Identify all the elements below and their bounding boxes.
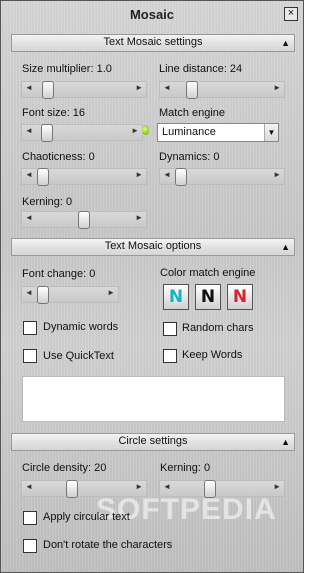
keep-words-label: Keep Words: [182, 349, 243, 361]
dont-rotate-checkbox[interactable]: [23, 539, 37, 553]
slider-thumb[interactable]: [78, 211, 90, 229]
slider-thumb[interactable]: [175, 168, 187, 186]
font-change-slider[interactable]: ◄ ►: [21, 286, 119, 304]
color-match-cyan-button[interactable]: N: [163, 284, 189, 310]
dynamics-slider[interactable]: ◄ ►: [159, 168, 285, 186]
slider-right-arrow-icon[interactable]: ►: [273, 482, 281, 491]
section-header-text-mosaic-options[interactable]: Text Mosaic options ▲: [11, 238, 295, 256]
slider-left-arrow-icon[interactable]: ◄: [25, 482, 33, 491]
slider-thumb[interactable]: [66, 480, 78, 498]
section-header-circle-settings[interactable]: Circle settings ▲: [11, 433, 295, 451]
quicktext-input[interactable]: [22, 376, 285, 422]
size-multiplier-slider[interactable]: ◄ ►: [21, 81, 147, 99]
slider-left-arrow-icon[interactable]: ◄: [163, 482, 171, 491]
section-title: Text Mosaic options: [104, 240, 202, 252]
slider-right-arrow-icon[interactable]: ►: [107, 288, 115, 297]
font-size-label: Font size: 16: [22, 107, 85, 119]
dynamic-words-label: Dynamic words: [43, 321, 119, 333]
line-distance-slider[interactable]: ◄ ►: [159, 81, 285, 99]
slider-left-arrow-icon[interactable]: ◄: [163, 83, 171, 92]
slider-right-arrow-icon[interactable]: ►: [135, 170, 143, 179]
circle-kerning-label: Kerning: 0: [160, 462, 211, 474]
apply-circular-text-label: Apply circular text: [43, 511, 130, 523]
font-change-label: Font change: 0: [22, 268, 96, 280]
match-engine-label: Match engine: [159, 107, 226, 119]
use-quicktext-checkbox[interactable]: [23, 349, 37, 363]
slider-left-arrow-icon[interactable]: ◄: [25, 288, 33, 297]
dynamic-words-checkbox[interactable]: [23, 321, 37, 335]
section-title: Text Mosaic settings: [103, 36, 203, 48]
slider-left-arrow-icon[interactable]: ◄: [25, 213, 33, 222]
slider-right-arrow-icon[interactable]: ►: [273, 170, 281, 179]
chaoticness-label: Chaoticness: 0: [22, 151, 95, 163]
slider-right-arrow-icon[interactable]: ►: [135, 83, 143, 92]
keep-words-checkbox[interactable]: [163, 349, 177, 363]
section-title: Circle settings: [118, 435, 188, 447]
apply-circular-text-checkbox[interactable]: [23, 511, 37, 525]
random-chars-label: Random chars: [182, 322, 254, 334]
slider-thumb[interactable]: [37, 286, 49, 304]
color-match-engine-label: Color match engine: [160, 267, 256, 279]
random-chars-checkbox[interactable]: [163, 322, 177, 336]
slider-thumb[interactable]: [186, 81, 198, 99]
collapse-arrow-icon[interactable]: ▲: [281, 435, 290, 450]
slider-left-arrow-icon[interactable]: ◄: [163, 170, 171, 179]
line-distance-label: Line distance: 24: [159, 63, 243, 75]
status-indicator-icon: [142, 125, 149, 135]
mosaic-window: Mosaic × Text Mosaic settings ▲ Size mul…: [0, 0, 304, 573]
kerning-label: Kerning: 0: [22, 196, 73, 208]
slider-left-arrow-icon[interactable]: ◄: [25, 170, 33, 179]
kerning-slider[interactable]: ◄ ►: [21, 211, 147, 229]
dont-rotate-label: Don't rotate the characters: [43, 539, 173, 551]
slider-right-arrow-icon[interactable]: ►: [135, 482, 143, 491]
circle-density-label: Circle density: 20: [22, 462, 107, 474]
size-multiplier-label: Size multiplier: 1.0: [22, 63, 112, 75]
font-size-slider[interactable]: ◄ ►: [21, 124, 143, 142]
color-match-black-button[interactable]: N: [195, 284, 221, 310]
chevron-down-icon[interactable]: ▼: [264, 124, 278, 141]
slider-right-arrow-icon[interactable]: ►: [273, 83, 281, 92]
slider-left-arrow-icon[interactable]: ◄: [25, 83, 33, 92]
slider-thumb[interactable]: [41, 124, 53, 142]
slider-thumb[interactable]: [37, 168, 49, 186]
collapse-arrow-icon[interactable]: ▲: [281, 36, 290, 51]
slider-thumb[interactable]: [42, 81, 54, 99]
match-engine-value: Luminance: [162, 126, 216, 138]
chaoticness-slider[interactable]: ◄ ►: [21, 168, 147, 186]
section-header-text-mosaic-settings[interactable]: Text Mosaic settings ▲: [11, 34, 295, 52]
slider-right-arrow-icon[interactable]: ►: [131, 126, 139, 135]
slider-left-arrow-icon[interactable]: ◄: [25, 126, 33, 135]
slider-right-arrow-icon[interactable]: ►: [135, 213, 143, 222]
collapse-arrow-icon[interactable]: ▲: [281, 240, 290, 255]
match-engine-select[interactable]: Luminance ▼: [157, 123, 279, 142]
window-title: Mosaic: [129, 7, 175, 22]
close-icon[interactable]: ×: [284, 7, 298, 21]
dynamics-label: Dynamics: 0: [159, 151, 220, 163]
color-match-red-button[interactable]: N: [227, 284, 253, 310]
use-quicktext-label: Use QuickText: [43, 350, 114, 362]
